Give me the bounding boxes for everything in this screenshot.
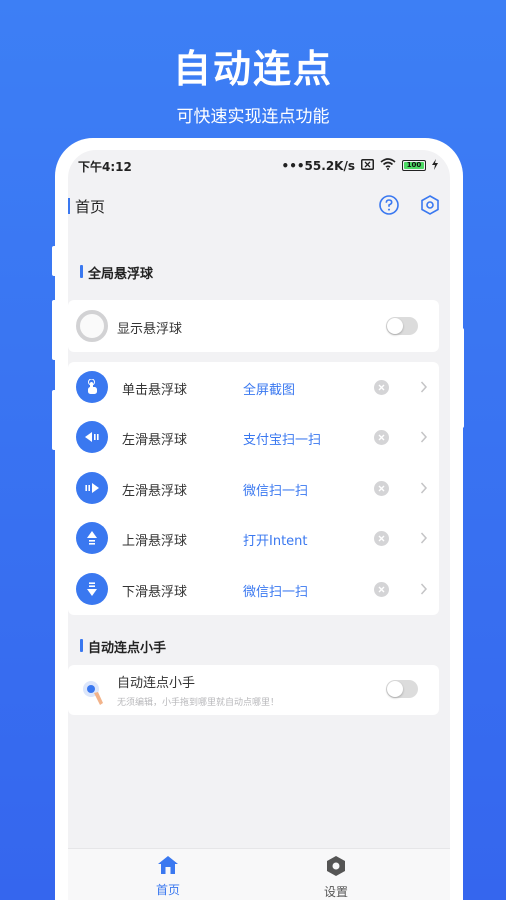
sim-icon (361, 158, 374, 173)
clear-icon[interactable] (374, 481, 389, 496)
chevron-right-icon (420, 429, 428, 448)
gesture-action[interactable]: 微信扫一扫 (243, 581, 308, 600)
clear-icon[interactable] (374, 531, 389, 546)
settings-hex-icon[interactable] (419, 194, 441, 216)
show-float-card[interactable]: 显示悬浮球 (68, 300, 439, 352)
swipe-up-icon (76, 522, 108, 554)
clear-icon[interactable] (374, 430, 389, 445)
battery-icon: 100 (402, 160, 426, 171)
gesture-row-down[interactable]: 下滑悬浮球 微信扫一扫 (68, 564, 439, 615)
gesture-label: 上滑悬浮球 (122, 534, 188, 549)
hand-pointer-icon (80, 679, 108, 711)
float-ball-icon (76, 310, 108, 342)
help-icon[interactable] (378, 194, 400, 216)
gesture-label: 左滑悬浮球 (122, 484, 188, 499)
swipe-left-icon (76, 421, 108, 453)
status-time: 下午4:12 (78, 160, 132, 174)
swipe-right-icon (76, 472, 108, 504)
bottom-nav: 首页 设置 (68, 848, 450, 900)
gesture-row-left-2[interactable]: 左滑悬浮球 微信扫一扫 (68, 463, 439, 514)
battery-level: 100 (404, 162, 424, 169)
section-title-auto-clicker: 自动连点小手 (80, 637, 166, 656)
chevron-right-icon (420, 480, 428, 499)
page-title: 首页 (68, 198, 106, 216)
status-bar: 下午4:12 •••55.2K/s 100 (78, 158, 438, 176)
gesture-action[interactable]: 打开Intent (243, 530, 308, 549)
clear-icon[interactable] (374, 380, 389, 395)
gesture-action[interactable]: 微信扫一扫 (243, 480, 308, 499)
gesture-row-tap[interactable]: 单击悬浮球 全屏截图 (68, 362, 439, 413)
phone-side-button (458, 328, 464, 428)
section-title-global-float: 全局悬浮球 (80, 263, 153, 282)
gesture-row-left-1[interactable]: 左滑悬浮球 支付宝扫一扫 (68, 412, 439, 463)
gesture-action[interactable]: 全屏截图 (243, 379, 295, 398)
promo-subtitle: 可快速实现连点功能 (176, 107, 330, 127)
gesture-list-card: 单击悬浮球 全屏截图 左滑悬浮球 支付宝扫一扫 左滑悬浮球 微信扫一扫 上滑悬浮… (68, 362, 439, 615)
chevron-right-icon (420, 379, 428, 398)
gesture-action[interactable]: 支付宝扫一扫 (243, 429, 321, 448)
phone-screen: 下午4:12 •••55.2K/s 100 首页 全局悬浮球 显示悬浮球 单击悬… (68, 150, 450, 900)
nav-settings-label: 设置 (323, 885, 348, 899)
chevron-right-icon (420, 581, 428, 600)
promo-title: 自动连点 (172, 47, 333, 91)
gesture-label: 下滑悬浮球 (122, 585, 188, 600)
chevron-right-icon (420, 530, 428, 549)
phone-side-button (52, 246, 58, 276)
network-speed: •••55.2K/s (281, 158, 355, 173)
show-float-label: 显示悬浮球 (117, 322, 183, 337)
show-float-toggle[interactable] (386, 317, 418, 335)
phone-side-button (52, 390, 58, 450)
nav-settings[interactable]: 设置 (306, 855, 366, 900)
auto-clicker-card[interactable]: 自动连点小手 无须编辑，小手拖到哪里就自动点哪里！ (68, 665, 439, 715)
nav-home[interactable]: 首页 (138, 855, 198, 898)
swipe-down-icon (76, 573, 108, 605)
home-icon (157, 856, 179, 879)
gesture-label: 左滑悬浮球 (122, 433, 188, 448)
app-bar: 首页 (68, 190, 450, 222)
clear-icon[interactable] (374, 582, 389, 597)
gesture-label: 单击悬浮球 (122, 383, 188, 398)
charging-icon (432, 158, 438, 173)
auto-clicker-hint: 无须编辑，小手拖到哪里就自动点哪里！ (117, 698, 280, 708)
nav-home-label: 首页 (155, 883, 180, 897)
wifi-icon (380, 158, 396, 173)
auto-clicker-toggle[interactable] (386, 680, 418, 698)
settings-icon (325, 856, 347, 881)
tap-hand-icon (76, 371, 108, 403)
phone-side-button (52, 300, 58, 360)
auto-clicker-label: 自动连点小手 (117, 676, 196, 691)
gesture-row-up[interactable]: 上滑悬浮球 打开Intent (68, 513, 439, 564)
